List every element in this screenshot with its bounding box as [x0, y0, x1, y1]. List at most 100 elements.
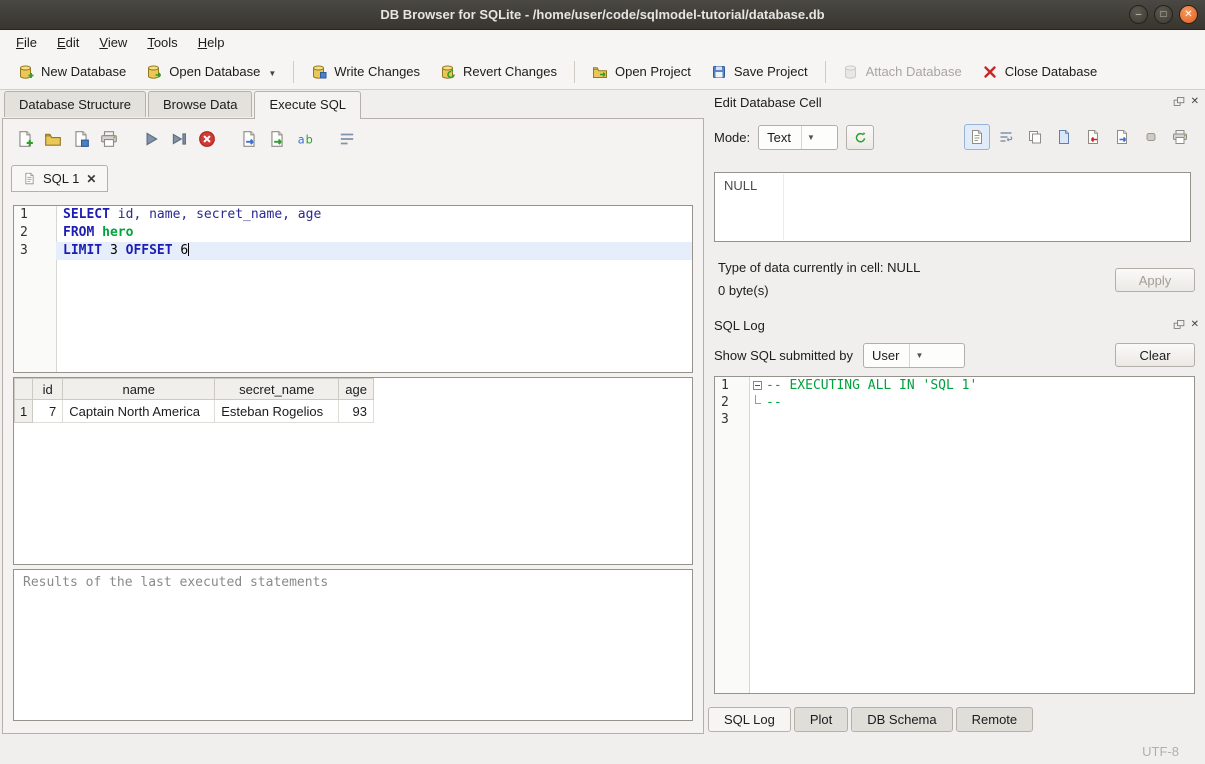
- menu-bar: File Edit View Tools Help: [0, 30, 1205, 54]
- print-sql-button[interactable]: [95, 125, 123, 153]
- menu-help[interactable]: Help: [188, 32, 235, 53]
- print-cell-button[interactable]: [1167, 124, 1193, 150]
- import-cell-data-button[interactable]: [1080, 124, 1106, 150]
- new-sql-tab-button[interactable]: [11, 125, 39, 153]
- print-icon: [1172, 129, 1188, 145]
- open-database-label: Open Database: [169, 64, 260, 79]
- open-sql-file-button[interactable]: [39, 125, 67, 153]
- table-cell[interactable]: 93: [339, 400, 374, 423]
- set-null-button[interactable]: [1138, 124, 1164, 150]
- execute-all-button[interactable]: [137, 125, 165, 153]
- log-filter-combobox[interactable]: User ▼: [863, 343, 965, 368]
- table-cell[interactable]: 7: [33, 400, 63, 423]
- log-line: 2--: [715, 394, 1194, 411]
- close-database-button[interactable]: Close Database: [972, 58, 1108, 86]
- attach-database-icon: [843, 64, 859, 80]
- edit-cell-dock-header: Edit Database Cell ✕: [712, 91, 1199, 113]
- new-database-label: New Database: [41, 64, 126, 79]
- copy-cell-button[interactable]: [1022, 124, 1048, 150]
- refresh-icon: [854, 131, 867, 144]
- menu-file[interactable]: File: [6, 32, 47, 53]
- word-wrap-cell-button[interactable]: [993, 124, 1019, 150]
- tab-browse-data[interactable]: Browse Data: [148, 91, 252, 117]
- execute-line-button[interactable]: [165, 125, 193, 153]
- editor-line[interactable]: 1SELECT id, name, secret_name, age: [14, 206, 692, 224]
- stop-execution-button[interactable]: [193, 125, 221, 153]
- sql-editor[interactable]: 1SELECT id, name, secret_name, age2FROM …: [13, 205, 693, 373]
- results-header-row: idnamesecret_nameage: [15, 379, 374, 400]
- editor-line[interactable]: 2FROM hero: [14, 224, 692, 242]
- sql-log-view[interactable]: 1-- EXECUTING ALL IN 'SQL 1'2--3: [714, 376, 1195, 694]
- line-number: 1: [715, 377, 749, 394]
- new-database-button[interactable]: New Database: [8, 58, 136, 86]
- sql-token: [110, 207, 118, 222]
- row-number: 1: [15, 400, 33, 423]
- fold-marker[interactable]: [749, 377, 766, 394]
- mode-combobox[interactable]: Text ▼: [758, 125, 838, 150]
- format-sql-button[interactable]: [291, 125, 319, 153]
- close-button[interactable]: ✕: [1179, 5, 1198, 24]
- editor-line[interactable]: 3LIMIT 3 OFFSET 6: [14, 242, 692, 260]
- tab-remote[interactable]: Remote: [956, 707, 1034, 732]
- main-toolbar: New Database Open Database ▼ Write Chang…: [0, 54, 1205, 90]
- close-dock-icon[interactable]: ✕: [1191, 96, 1199, 108]
- auto-detect-mode-button[interactable]: [846, 125, 874, 150]
- table-cell[interactable]: Captain North America: [63, 400, 215, 423]
- sql-tab-label: SQL 1: [43, 171, 79, 186]
- sql-log-controls: Show SQL submitted by User ▼ Clear: [714, 342, 1195, 368]
- table-row[interactable]: 17Captain North AmericaEsteban Rogelios9…: [15, 400, 374, 423]
- open-project-button[interactable]: Open Project: [582, 58, 701, 86]
- log-text: --: [766, 394, 782, 411]
- close-tab-icon[interactable]: ✕: [86, 172, 96, 186]
- cell-value-editor[interactable]: NULL: [714, 172, 1191, 242]
- column-header[interactable]: name: [63, 379, 215, 400]
- word-wrap-icon: [338, 130, 356, 148]
- collapse-icon[interactable]: [753, 381, 762, 390]
- tab-sql-log[interactable]: SQL Log: [708, 707, 791, 732]
- revert-changes-button[interactable]: Revert Changes: [430, 58, 567, 86]
- apply-button[interactable]: Apply: [1115, 268, 1195, 292]
- close-database-icon: [982, 64, 998, 80]
- status-bar: UTF-8: [0, 738, 1205, 764]
- minimize-button[interactable]: –: [1129, 5, 1148, 24]
- tab-db-schema[interactable]: DB Schema: [851, 707, 952, 732]
- log-filter-label: Show SQL submitted by: [714, 348, 853, 363]
- menu-tools[interactable]: Tools: [137, 32, 187, 53]
- menu-view[interactable]: View: [89, 32, 137, 53]
- column-header[interactable]: id: [33, 379, 63, 400]
- clear-log-button[interactable]: Clear: [1115, 343, 1195, 367]
- encoding-indicator[interactable]: UTF-8: [1142, 744, 1179, 759]
- tab-database-structure[interactable]: Database Structure: [4, 91, 146, 117]
- table-cell[interactable]: Esteban Rogelios: [215, 400, 339, 423]
- open-database-button[interactable]: Open Database ▼: [136, 58, 286, 86]
- open-in-editor-button[interactable]: [1051, 124, 1077, 150]
- results-grid[interactable]: idnamesecret_nameage17Captain North Amer…: [13, 377, 693, 565]
- column-header[interactable]: age: [339, 379, 374, 400]
- new-database-icon: [18, 64, 34, 80]
- chevron-down-icon[interactable]: ▼: [268, 69, 276, 80]
- write-changes-button[interactable]: Write Changes: [301, 58, 430, 86]
- maximize-button[interactable]: □: [1154, 5, 1173, 24]
- menu-edit[interactable]: Edit: [47, 32, 89, 53]
- export-cell-data-button[interactable]: [1109, 124, 1135, 150]
- close-dock-icon[interactable]: ✕: [1191, 319, 1199, 331]
- float-dock-icon[interactable]: [1173, 96, 1185, 108]
- float-dock-icon[interactable]: [1173, 319, 1185, 331]
- sql-tab[interactable]: SQL 1 ✕: [11, 165, 108, 192]
- log-line: 1-- EXECUTING ALL IN 'SQL 1': [715, 377, 1194, 394]
- word-wrap-icon: [998, 129, 1014, 145]
- export-icon: [1114, 129, 1130, 145]
- edit-cell-title: Edit Database Cell: [712, 95, 1173, 110]
- mode-label: Mode:: [714, 130, 750, 145]
- text-cursor: [188, 243, 189, 256]
- tab-plot[interactable]: Plot: [794, 707, 848, 732]
- word-wrap-button[interactable]: [333, 125, 361, 153]
- tab-execute-sql[interactable]: Execute SQL: [254, 91, 361, 119]
- save-project-button[interactable]: Save Project: [701, 58, 818, 86]
- export-results-button[interactable]: [235, 125, 263, 153]
- save-sql-file-button[interactable]: [67, 125, 95, 153]
- text-view-button[interactable]: [964, 124, 990, 150]
- column-header[interactable]: secret_name: [215, 379, 339, 400]
- attach-database-button: Attach Database: [833, 58, 972, 86]
- save-results-button[interactable]: [263, 125, 291, 153]
